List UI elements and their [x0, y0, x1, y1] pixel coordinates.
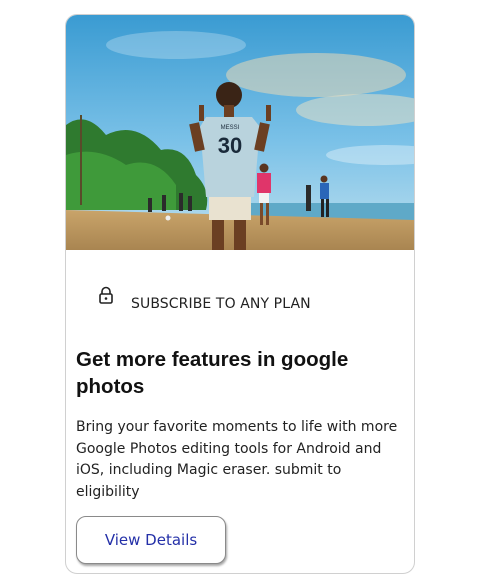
- subscription-badge: SUBSCRIBE TO ANY PLAN: [97, 286, 311, 312]
- svg-text:30: 30: [218, 133, 242, 158]
- card-title: Get more features in google photos: [76, 348, 349, 398]
- lock-icon: [99, 286, 113, 304]
- hero-image: MESSI 30: [66, 15, 414, 250]
- jersey-text: MESSI 30: [218, 125, 242, 158]
- view-details-button[interactable]: View Details: [76, 516, 226, 564]
- card-description: Bring your favorite moments to life with…: [76, 419, 398, 500]
- badge-text: SUBSCRIBE TO ANY PLAN: [131, 296, 311, 312]
- promo-card: MESSI 30 SUBSCRIBE TO ANY PLAN Get more …: [65, 14, 415, 574]
- svg-text:MESSI: MESSI: [221, 125, 240, 131]
